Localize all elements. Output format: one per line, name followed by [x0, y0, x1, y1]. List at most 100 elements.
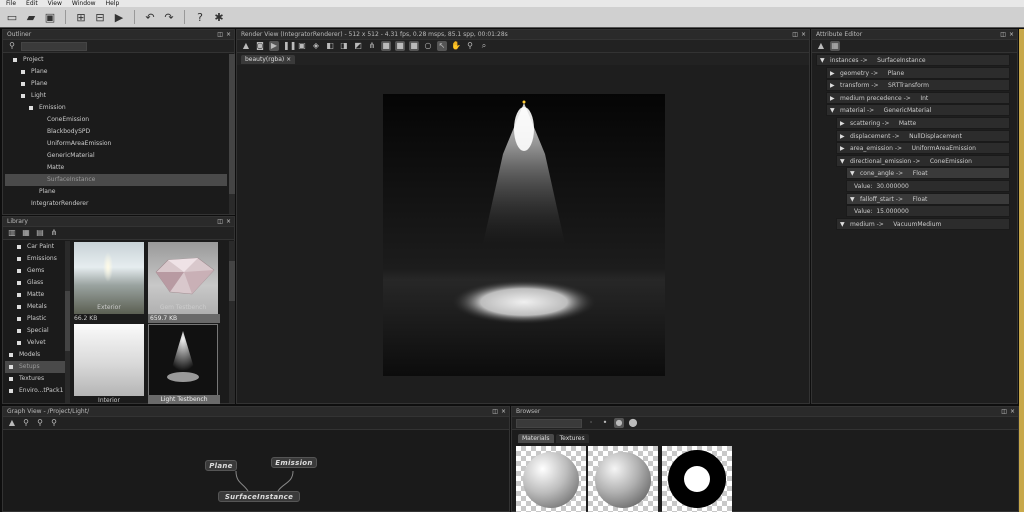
outliner-item[interactable]: SurfaceInstance	[5, 174, 227, 186]
close-tab-icon[interactable]: ×	[286, 56, 291, 63]
attribute-row[interactable]: ▶ geometry -> Plane	[826, 66, 1010, 80]
new-file-icon[interactable]: ▭	[4, 9, 20, 25]
channel-icon[interactable]: ◧	[325, 41, 335, 51]
outliner-item[interactable]: Matte	[5, 162, 227, 174]
library-category[interactable]: Matte	[5, 289, 65, 301]
save-icon[interactable]: ▣	[42, 9, 58, 25]
expand-arrow-icon[interactable]: ▶	[840, 143, 850, 155]
tree-icon[interactable]: ⊟	[92, 9, 108, 25]
library-scroll-thumb[interactable]	[229, 261, 235, 301]
lock-icon[interactable]: ▲	[241, 41, 251, 51]
zoom-tool-icon[interactable]: ⚲	[465, 41, 475, 51]
outliner-item[interactable]: GenericMaterial	[5, 150, 227, 162]
outliner-item[interactable]: BlackbodySPD	[5, 126, 227, 138]
library-category[interactable]: Textures	[5, 373, 65, 385]
expand-arrow-icon[interactable]: ▶	[840, 131, 850, 143]
close-icon[interactable]: ×	[226, 217, 231, 227]
bug-icon[interactable]: ✱	[211, 9, 227, 25]
attribute-row[interactable]: ▶ area_emission -> UniformAreaEmission	[836, 142, 1010, 155]
expand-icon[interactable]	[17, 256, 21, 261]
collapse-arrow-icon[interactable]: ▼	[820, 55, 830, 67]
library-category[interactable]: Enviro...tPack1	[5, 385, 65, 397]
outliner-scroll-thumb[interactable]	[229, 54, 235, 194]
undo-icon[interactable]: ↶	[142, 9, 158, 25]
layers-icon[interactable]: ◨	[339, 41, 349, 51]
library-category[interactable]: Plastic	[5, 313, 65, 325]
library-category[interactable]: Emissions	[5, 253, 65, 265]
snapshot-icon[interactable]: ▣	[297, 41, 307, 51]
expand-icon[interactable]	[17, 328, 21, 333]
close-icon[interactable]: ×	[501, 407, 506, 417]
graph-node-emission[interactable]: Emission	[271, 457, 317, 468]
expand-icon[interactable]	[21, 81, 25, 86]
outliner-item[interactable]: ConeEmission	[5, 114, 227, 126]
outliner-item[interactable]: Plane	[5, 66, 227, 78]
library-category[interactable]: Gems	[5, 265, 65, 277]
lock-icon[interactable]: ▲	[816, 41, 826, 51]
menu-help[interactable]: Help	[106, 0, 120, 7]
size-medium-icon[interactable]: •	[600, 418, 610, 428]
share-icon[interactable]: ⋔	[367, 41, 377, 51]
alpha-channel-icon[interactable]: ○	[423, 41, 433, 51]
library-category[interactable]: Metals	[5, 301, 65, 313]
library-tree-scrollbar[interactable]	[65, 241, 70, 403]
float-icon[interactable]: ◫	[492, 407, 498, 417]
graph-node-plane[interactable]: Plane	[205, 460, 237, 471]
close-icon[interactable]: ×	[1009, 30, 1014, 40]
menu-file[interactable]: File	[6, 0, 16, 7]
expand-icon[interactable]	[17, 316, 21, 321]
expand-arrow-icon[interactable]: ▶	[830, 80, 840, 92]
pause-icon[interactable]: ❚❚	[283, 41, 296, 51]
expand-icon[interactable]	[29, 105, 33, 110]
menu-view[interactable]: View	[48, 0, 62, 7]
thumb-light-testbench[interactable]	[148, 324, 218, 396]
thumb-interior[interactable]	[74, 324, 144, 396]
expand-icon[interactable]	[9, 364, 13, 369]
expand-arrow-icon[interactable]: ▶	[830, 68, 840, 80]
material-swatch-1[interactable]	[516, 446, 586, 512]
expand-icon[interactable]	[21, 69, 25, 74]
expand-icon[interactable]	[9, 388, 13, 393]
attribute-row[interactable]: ▼ instances -> SurfaceInstance	[816, 54, 1010, 66]
library-share-icon[interactable]: ⋔	[49, 228, 59, 238]
camera-icon[interactable]: ◙	[255, 41, 265, 51]
render-viewport[interactable]	[237, 65, 809, 403]
attribute-row[interactable]: ▶ medium precedence -> Int	[826, 91, 1010, 105]
attribute-row[interactable]: Value: 30.000000	[846, 180, 1010, 192]
attribute-row[interactable]: ▶ displacement -> NullDisplacement	[836, 129, 1010, 143]
float-icon[interactable]: ◫	[217, 217, 223, 227]
select-tool-icon[interactable]: ↖	[437, 41, 447, 51]
attribute-mode-icon[interactable]: ▦	[830, 41, 840, 51]
library-tree-scroll-thumb[interactable]	[65, 291, 70, 351]
library-category[interactable]: Setups	[5, 361, 65, 373]
library-category[interactable]: Velvet	[5, 337, 65, 349]
outliner-scrollbar[interactable]	[229, 54, 235, 214]
tab-materials[interactable]: Materials	[518, 434, 554, 443]
outliner-item[interactable]: UniformAreaEmission	[5, 138, 227, 150]
close-icon[interactable]: ×	[1010, 407, 1015, 417]
float-icon[interactable]: ◫	[217, 30, 223, 40]
redo-icon[interactable]: ↷	[161, 9, 177, 25]
graph-search-down-icon[interactable]: ⚲	[49, 418, 59, 428]
library-category[interactable]: Models	[5, 349, 65, 361]
browser-search-input[interactable]	[516, 418, 582, 428]
expand-icon[interactable]	[17, 268, 21, 273]
graph-search-up-icon[interactable]: ⚲	[35, 418, 45, 428]
open-folder-icon[interactable]: ▰	[23, 9, 39, 25]
outliner-item[interactable]: Plane	[5, 186, 227, 198]
tab-beauty[interactable]: beauty(rgba) ×	[241, 55, 296, 64]
expand-icon[interactable]	[17, 280, 21, 285]
collapse-arrow-icon[interactable]: ▼	[840, 156, 850, 168]
render-play-icon[interactable]: ▶	[269, 41, 279, 51]
green-channel-icon[interactable]: ■	[395, 41, 405, 51]
outliner-item[interactable]: Light	[5, 90, 227, 102]
library-view-icon[interactable]: ▥	[7, 228, 17, 238]
attribute-row[interactable]: ▼ directional_emission -> ConeEmission	[836, 154, 1010, 168]
expand-icon[interactable]	[13, 57, 17, 62]
tab-textures[interactable]: Textures	[555, 434, 589, 443]
exposure-icon[interactable]: ◩	[353, 41, 363, 51]
expand-arrow-icon[interactable]: ▶	[830, 93, 840, 105]
expand-icon[interactable]	[9, 352, 13, 357]
library-grid-icon[interactable]: ▦	[21, 228, 31, 238]
attribute-row[interactable]: ▼ falloff_start -> Float	[846, 192, 1010, 205]
